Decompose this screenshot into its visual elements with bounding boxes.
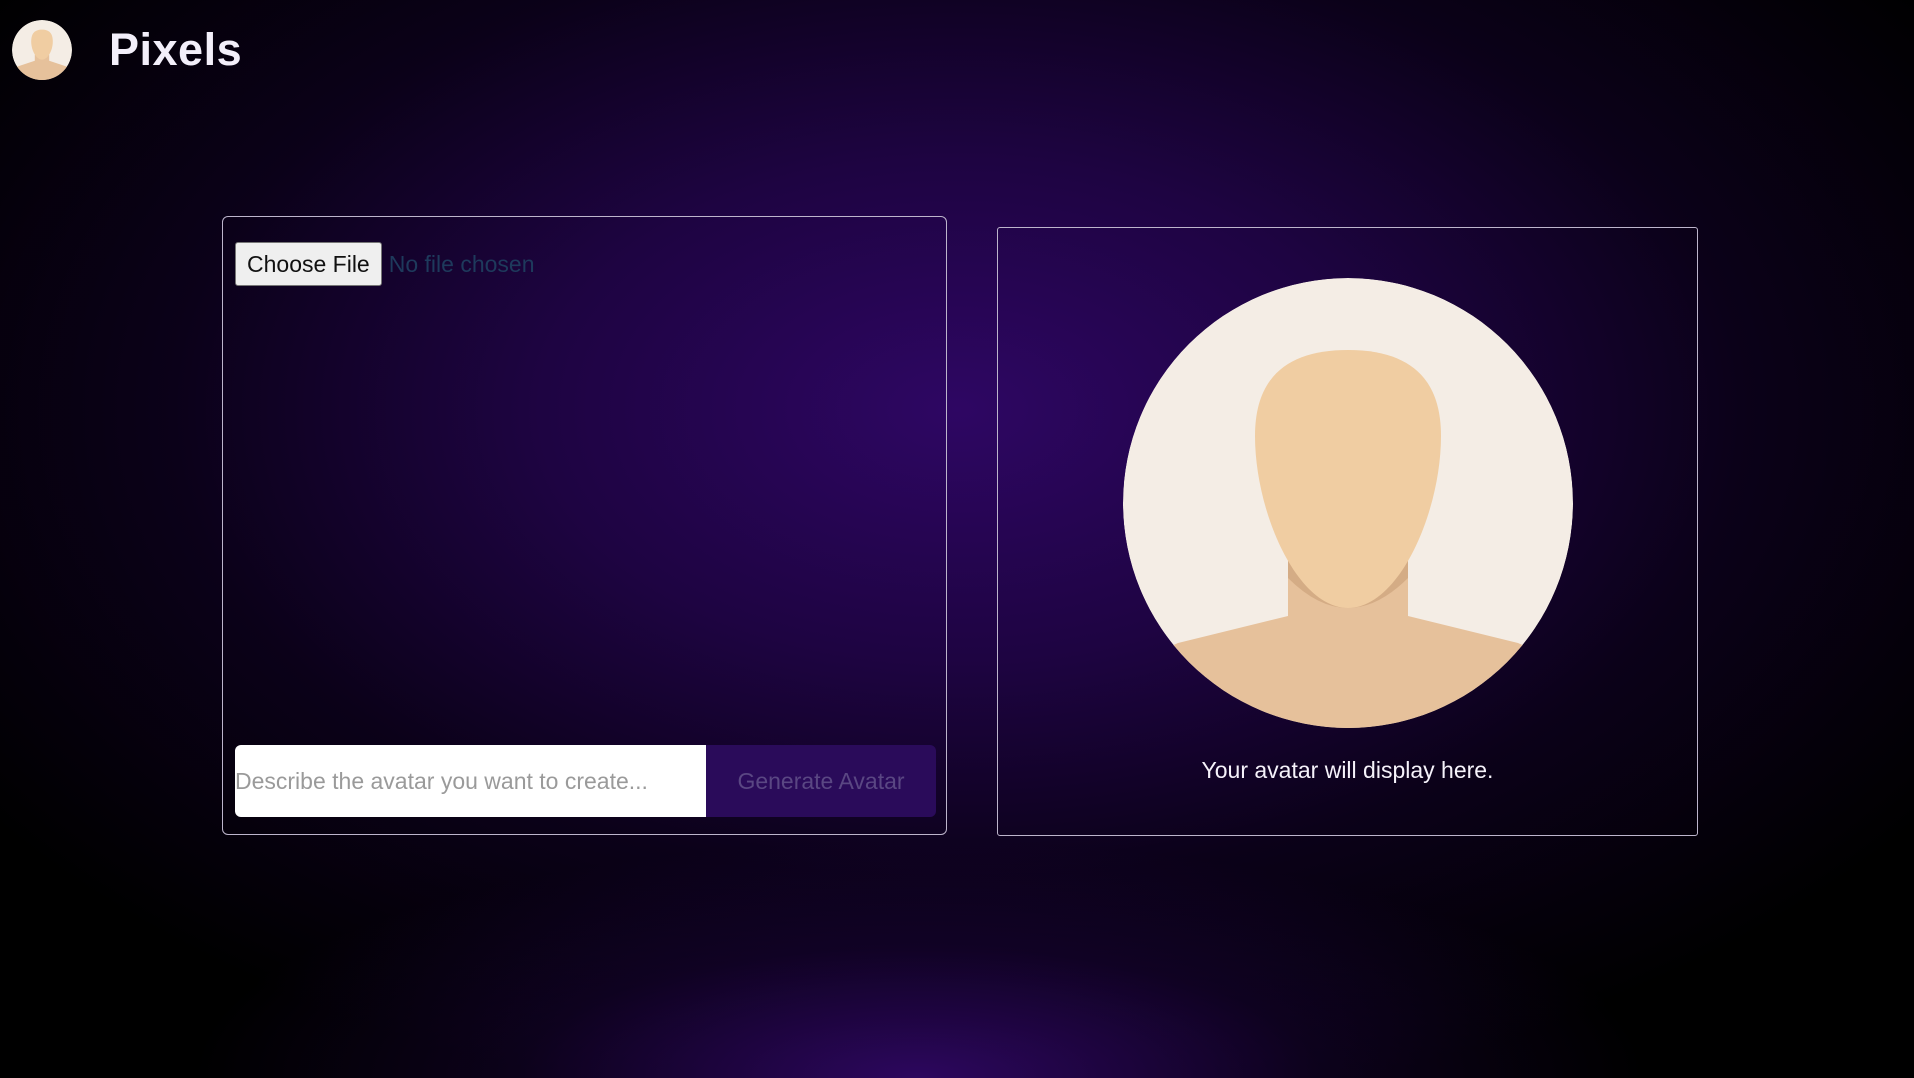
brand-name: Pixels [109, 24, 243, 75]
app-header: Pixels [12, 20, 242, 80]
avatar-input-panel: Choose File No file chosen Generate Avat… [222, 216, 947, 835]
avatar-description-input[interactable] [235, 745, 706, 817]
choose-file-button[interactable]: Choose File [235, 242, 382, 286]
user-silhouette-icon [1123, 278, 1573, 728]
avatar-caption: Your avatar will display here. [1201, 757, 1494, 783]
prompt-form: Generate Avatar [235, 745, 936, 817]
user-avatar-icon [12, 20, 72, 80]
avatar-preview-panel: Your avatar will display here. [997, 227, 1698, 836]
file-status-text: No file chosen [388, 250, 535, 277]
file-upload: Choose File No file chosen [235, 242, 534, 286]
generate-avatar-button[interactable]: Generate Avatar [706, 745, 936, 817]
